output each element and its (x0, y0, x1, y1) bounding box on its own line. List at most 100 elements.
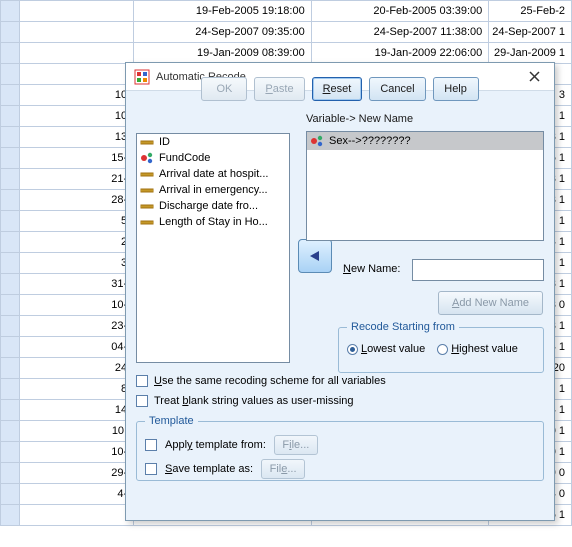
cell[interactable]: 15- (19, 148, 134, 169)
row-header (1, 85, 20, 106)
variable-label: FundCode (159, 152, 210, 164)
variable-label: Length of Stay in Ho... (159, 216, 268, 228)
cell[interactable] (19, 505, 134, 526)
cell[interactable]: 25-Feb-2 (489, 1, 572, 22)
nominal-icon (310, 134, 324, 148)
cell[interactable]: 10. (19, 421, 134, 442)
cell[interactable]: 13 (19, 127, 134, 148)
row-header (1, 64, 20, 85)
cell[interactable]: 24-Sep-2007 09:35:00 (134, 22, 312, 43)
new-name-field[interactable] (412, 259, 544, 281)
row-header (1, 274, 20, 295)
cell[interactable]: 3 (19, 253, 134, 274)
variable-list-item[interactable]: Arrival in emergency... (137, 182, 289, 198)
cell[interactable]: 10 (19, 85, 134, 106)
apply-template-file-button[interactable]: File... (274, 435, 318, 455)
reset-button[interactable]: Reset (312, 77, 363, 101)
arrow-left-icon (306, 249, 324, 263)
treat-blank-label: Treat blank string values as user-missin… (154, 395, 354, 407)
cell[interactable]: 10 (19, 106, 134, 127)
cell[interactable]: 19-Jan-2009 08:39:00 (134, 43, 312, 64)
cell[interactable]: 28- (19, 190, 134, 211)
scale-icon (140, 215, 154, 229)
row-header (1, 400, 20, 421)
cell[interactable]: 21- (19, 169, 134, 190)
cell[interactable]: 8 (19, 379, 134, 400)
row-header (1, 232, 20, 253)
cell[interactable]: 31- (19, 274, 134, 295)
row-header (1, 148, 20, 169)
cell[interactable]: 19-Jan-2009 22:06:00 (311, 43, 489, 64)
variable-list-item[interactable]: FundCode (137, 150, 289, 166)
transfer-button[interactable] (298, 239, 332, 273)
add-new-name-button[interactable]: Add New Name (438, 291, 543, 315)
target-list-label: Variable-> New Name (306, 113, 413, 125)
cell[interactable] (19, 64, 134, 85)
cell[interactable]: 04- (19, 337, 134, 358)
use-same-scheme-label: Use the same recoding scheme for all var… (154, 375, 386, 387)
variable-list-item[interactable]: Discharge date fro... (137, 198, 289, 214)
cell[interactable]: 14 (19, 400, 134, 421)
scale-icon (140, 135, 154, 149)
help-button[interactable]: Help (433, 77, 479, 101)
cell[interactable]: 29-Jan-2009 1 (489, 43, 572, 64)
paste-button[interactable]: Paste (254, 77, 304, 101)
row-header (1, 169, 20, 190)
cell[interactable]: 24-Sep-2007 11:38:00 (311, 22, 489, 43)
apply-template-label: Apply template from: (165, 439, 266, 451)
cell[interactable]: 2 (19, 232, 134, 253)
cell[interactable]: 5 (19, 211, 134, 232)
target-variable-list[interactable]: Sex-->???????? (306, 131, 544, 241)
cell[interactable]: 10- (19, 442, 134, 463)
variable-list-item[interactable]: Length of Stay in Ho... (137, 214, 289, 230)
treat-blank-checkbox[interactable] (136, 395, 148, 407)
row-header (1, 484, 20, 505)
source-variable-list[interactable]: ID FundCode Arrival date at hospit... Arriv… (136, 133, 290, 363)
cell[interactable]: 20-Feb-2005 03:39:00 (311, 1, 489, 22)
row-header (1, 190, 20, 211)
apply-template-checkbox[interactable] (145, 439, 157, 451)
recode-starting-from-group: Recode Starting from Lowest value Highes… (338, 321, 544, 373)
row-header (1, 421, 20, 442)
row-header (1, 106, 20, 127)
cell[interactable]: 23- (19, 316, 134, 337)
variable-list-item[interactable]: ID (137, 134, 289, 150)
target-label: Sex-->???????? (329, 135, 411, 147)
highest-value-radio[interactable]: Highest value (437, 343, 518, 355)
row-header (1, 358, 20, 379)
variable-list-item[interactable]: Arrival date at hospit... (137, 166, 289, 182)
template-group: Template Apply template from: File... Sa… (136, 415, 544, 481)
use-same-scheme-checkbox[interactable] (136, 375, 148, 387)
cell[interactable]: 29- (19, 463, 134, 484)
new-name-label: New Name: (343, 263, 400, 275)
row-header (1, 22, 20, 43)
row-header (1, 211, 20, 232)
row-header (1, 463, 20, 484)
row-header (1, 43, 20, 64)
cell[interactable]: 24 (19, 358, 134, 379)
row-header (1, 442, 20, 463)
cell[interactable]: 24-Sep-2007 1 (489, 22, 572, 43)
cell[interactable]: 4- (19, 484, 134, 505)
variable-label: Arrival in emergency... (159, 184, 268, 196)
cell[interactable]: 19-Feb-2005 19:18:00 (134, 1, 312, 22)
row-header (1, 316, 20, 337)
cell[interactable] (19, 22, 134, 43)
row-header (1, 253, 20, 274)
save-template-file-button[interactable]: File... (261, 459, 305, 479)
lowest-value-radio[interactable]: Lowest value (347, 343, 425, 355)
ok-button[interactable]: OK (201, 77, 247, 101)
row-header (1, 1, 20, 22)
row-header (1, 127, 20, 148)
row-header (1, 295, 20, 316)
cell[interactable] (19, 1, 134, 22)
cell[interactable]: 10- (19, 295, 134, 316)
save-template-label: Save template as: (165, 463, 253, 475)
save-template-checkbox[interactable] (145, 463, 157, 475)
target-list-item[interactable]: Sex-->???????? (307, 132, 543, 150)
cancel-button[interactable]: Cancel (369, 77, 425, 101)
row-header (1, 505, 20, 526)
variable-label: Discharge date fro... (159, 200, 258, 212)
variable-label: Arrival date at hospit... (159, 168, 268, 180)
cell[interactable] (19, 43, 134, 64)
